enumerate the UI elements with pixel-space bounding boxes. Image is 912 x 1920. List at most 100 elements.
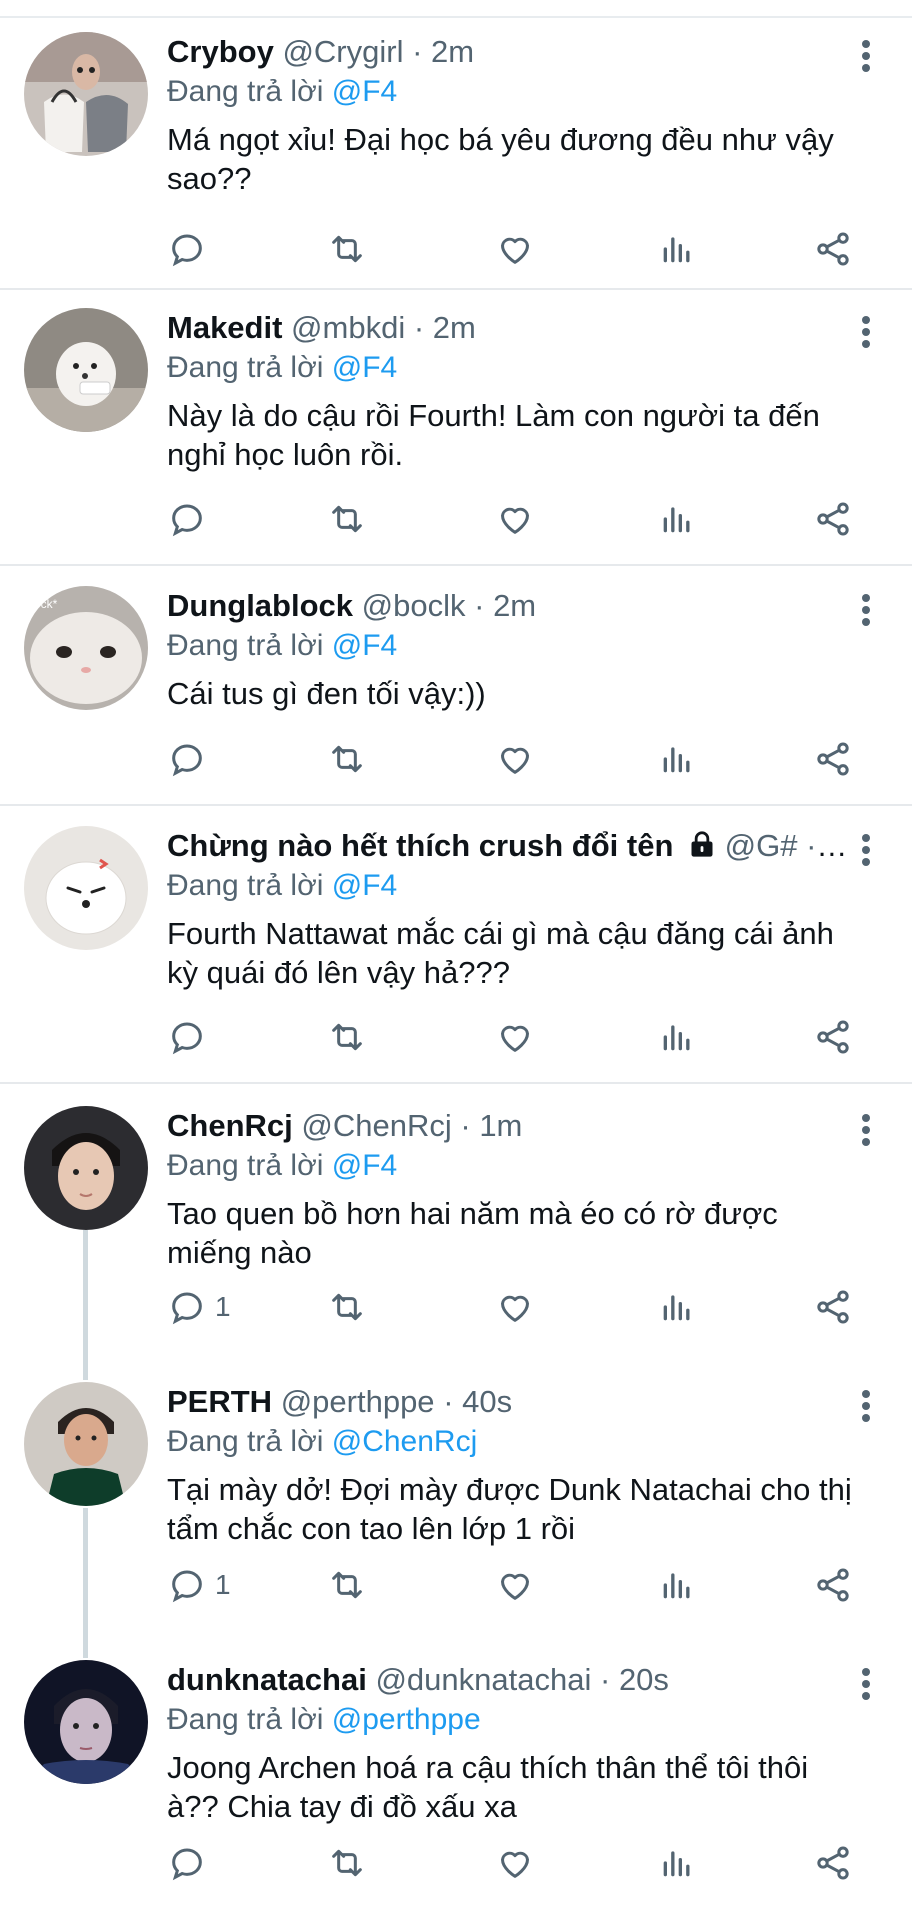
like-button[interactable]	[495, 1562, 535, 1608]
analytics-button[interactable]	[657, 1562, 697, 1608]
reply-prefix: Đang trả lời	[167, 351, 324, 384]
reply-mention[interactable]: @ChenRcj	[332, 1425, 478, 1458]
share-button[interactable]	[813, 1284, 853, 1330]
bar-chart-icon	[663, 1851, 690, 1877]
replying-to: Đang trả lời @F4	[167, 1146, 852, 1186]
like-button[interactable]	[495, 226, 535, 272]
reply-mention[interactable]: @F4	[332, 1149, 397, 1182]
user-handle[interactable]: @ChenRcj	[301, 1108, 451, 1143]
more-options-button[interactable]	[860, 1664, 872, 1704]
action-bar	[167, 1840, 867, 1886]
share-button[interactable]	[813, 496, 853, 542]
tweet-item[interactable]: ChenRcj @ChenRcj · 1m Đang trả lời @F4 T…	[0, 1084, 912, 1360]
reply-mention[interactable]: @perthppe	[332, 1703, 481, 1736]
avatar[interactable]	[24, 308, 148, 432]
reply-button[interactable]	[167, 1014, 215, 1060]
avatar[interactable]	[24, 1106, 148, 1230]
like-button[interactable]	[495, 1840, 535, 1886]
avatar-man-portrait-icon	[24, 1106, 148, 1230]
more-options-button[interactable]	[860, 830, 872, 870]
like-button[interactable]	[495, 496, 535, 542]
reply-icon	[172, 744, 202, 777]
tweet-item[interactable]: Chừng nào hết thích crush đổi tên @G# · …	[0, 806, 912, 1084]
tweet-item[interactable]: Cryboy @Crygirl · 2m Đang trả lời @F4 Má…	[0, 18, 912, 290]
reply-button[interactable]	[167, 496, 215, 542]
avatar[interactable]: ock*	[24, 586, 148, 710]
retweet-button[interactable]	[327, 1840, 367, 1886]
analytics-button[interactable]	[657, 1014, 697, 1060]
reply-prefix: Đang trả lời	[167, 1425, 324, 1458]
reply-mention[interactable]: @F4	[332, 869, 397, 902]
display-name[interactable]: ChenRcj	[167, 1108, 293, 1143]
share-button[interactable]	[813, 1014, 853, 1060]
like-button[interactable]	[495, 1014, 535, 1060]
timestamp[interactable]: 1m	[479, 1108, 522, 1143]
display-name[interactable]: Makedit	[167, 310, 282, 345]
more-options-button[interactable]	[860, 1386, 872, 1426]
avatar[interactable]	[24, 826, 148, 950]
analytics-button[interactable]	[657, 226, 697, 272]
time-separator: ·	[599, 1662, 611, 1697]
reply-mention[interactable]: @F4	[332, 629, 397, 662]
reply-button[interactable]: 1	[167, 1562, 231, 1608]
replying-to: Đang trả lời @F4	[167, 72, 852, 112]
share-icon	[817, 742, 849, 776]
display-name[interactable]: Chừng nào hết thích crush đổi tên	[167, 828, 673, 863]
heart-icon	[501, 1025, 529, 1052]
tweet-item[interactable]: PERTH @perthppe · 40s Đang trả lời @Chen…	[0, 1362, 912, 1638]
retweet-button[interactable]	[327, 226, 367, 272]
user-handle[interactable]: @Crygirl	[282, 34, 403, 69]
share-button[interactable]	[813, 1840, 853, 1886]
user-handle[interactable]: @dunknatachai	[375, 1662, 591, 1697]
tweet-text: Này là do cậu rồi Fourth! Làm con người …	[167, 398, 820, 472]
user-handle[interactable]: @perthppe	[281, 1384, 435, 1419]
reply-button[interactable]: 1	[167, 1284, 231, 1330]
reply-button[interactable]	[167, 736, 215, 782]
timestamp[interactable]: 2m	[433, 310, 476, 345]
analytics-button[interactable]	[657, 1284, 697, 1330]
share-button[interactable]	[813, 1562, 853, 1608]
tweet-item[interactable]: ock* Dunglablock @boclk · 2m Đang trả lờ…	[0, 566, 912, 806]
user-handle[interactable]: @G#	[725, 828, 798, 863]
more-options-button[interactable]	[860, 36, 872, 76]
reply-mention[interactable]: @F4	[332, 75, 397, 108]
retweet-button[interactable]	[327, 496, 367, 542]
time-separator: ·	[443, 1384, 454, 1419]
retweet-button[interactable]	[327, 1284, 367, 1330]
display-name[interactable]: PERTH	[167, 1384, 272, 1419]
like-button[interactable]	[495, 1284, 535, 1330]
reply-mention[interactable]: @F4	[332, 351, 397, 384]
analytics-button[interactable]	[657, 736, 697, 782]
retweet-button[interactable]	[327, 1562, 367, 1608]
timestamp[interactable]: 2m	[431, 34, 474, 69]
avatar[interactable]	[24, 1660, 148, 1784]
analytics-button[interactable]	[657, 1840, 697, 1886]
share-button[interactable]	[813, 226, 853, 272]
more-options-button[interactable]	[860, 312, 872, 352]
analytics-button[interactable]	[657, 496, 697, 542]
display-name[interactable]: Dunglablock	[167, 588, 353, 623]
share-button[interactable]	[813, 736, 853, 782]
avatar[interactable]	[24, 32, 148, 156]
retweet-icon	[332, 1849, 362, 1877]
timestamp[interactable]: 2m	[493, 588, 536, 623]
user-handle[interactable]: @boclk	[362, 588, 466, 623]
tweet-item[interactable]: dunknatachai @dunknatachai · 20s Đang tr…	[0, 1640, 912, 1920]
retweet-button[interactable]	[327, 736, 367, 782]
reply-prefix: Đang trả lời	[167, 1149, 324, 1182]
tweet-item[interactable]: Makedit @mbkdi · 2m Đang trả lời @F4 Này…	[0, 290, 912, 566]
more-options-button[interactable]	[860, 590, 872, 630]
retweet-button[interactable]	[327, 1014, 367, 1060]
timestamp[interactable]: 40s	[462, 1384, 512, 1419]
more-options-button[interactable]	[860, 1110, 872, 1150]
reply-button[interactable]	[167, 1840, 215, 1886]
user-handle[interactable]: @mbkdi	[291, 310, 405, 345]
avatar[interactable]	[24, 1382, 148, 1506]
timestamp[interactable]: 20s	[619, 1662, 669, 1697]
display-name[interactable]: dunknatachai	[167, 1662, 367, 1697]
display-name[interactable]: Cryboy	[167, 34, 274, 69]
tweet-text: Fourth Nattawat mắc cái gì mà cậu đăng c…	[167, 916, 834, 990]
reply-button[interactable]	[167, 226, 215, 272]
like-button[interactable]	[495, 736, 535, 782]
replying-to: Đang trả lời @F4	[167, 348, 852, 388]
